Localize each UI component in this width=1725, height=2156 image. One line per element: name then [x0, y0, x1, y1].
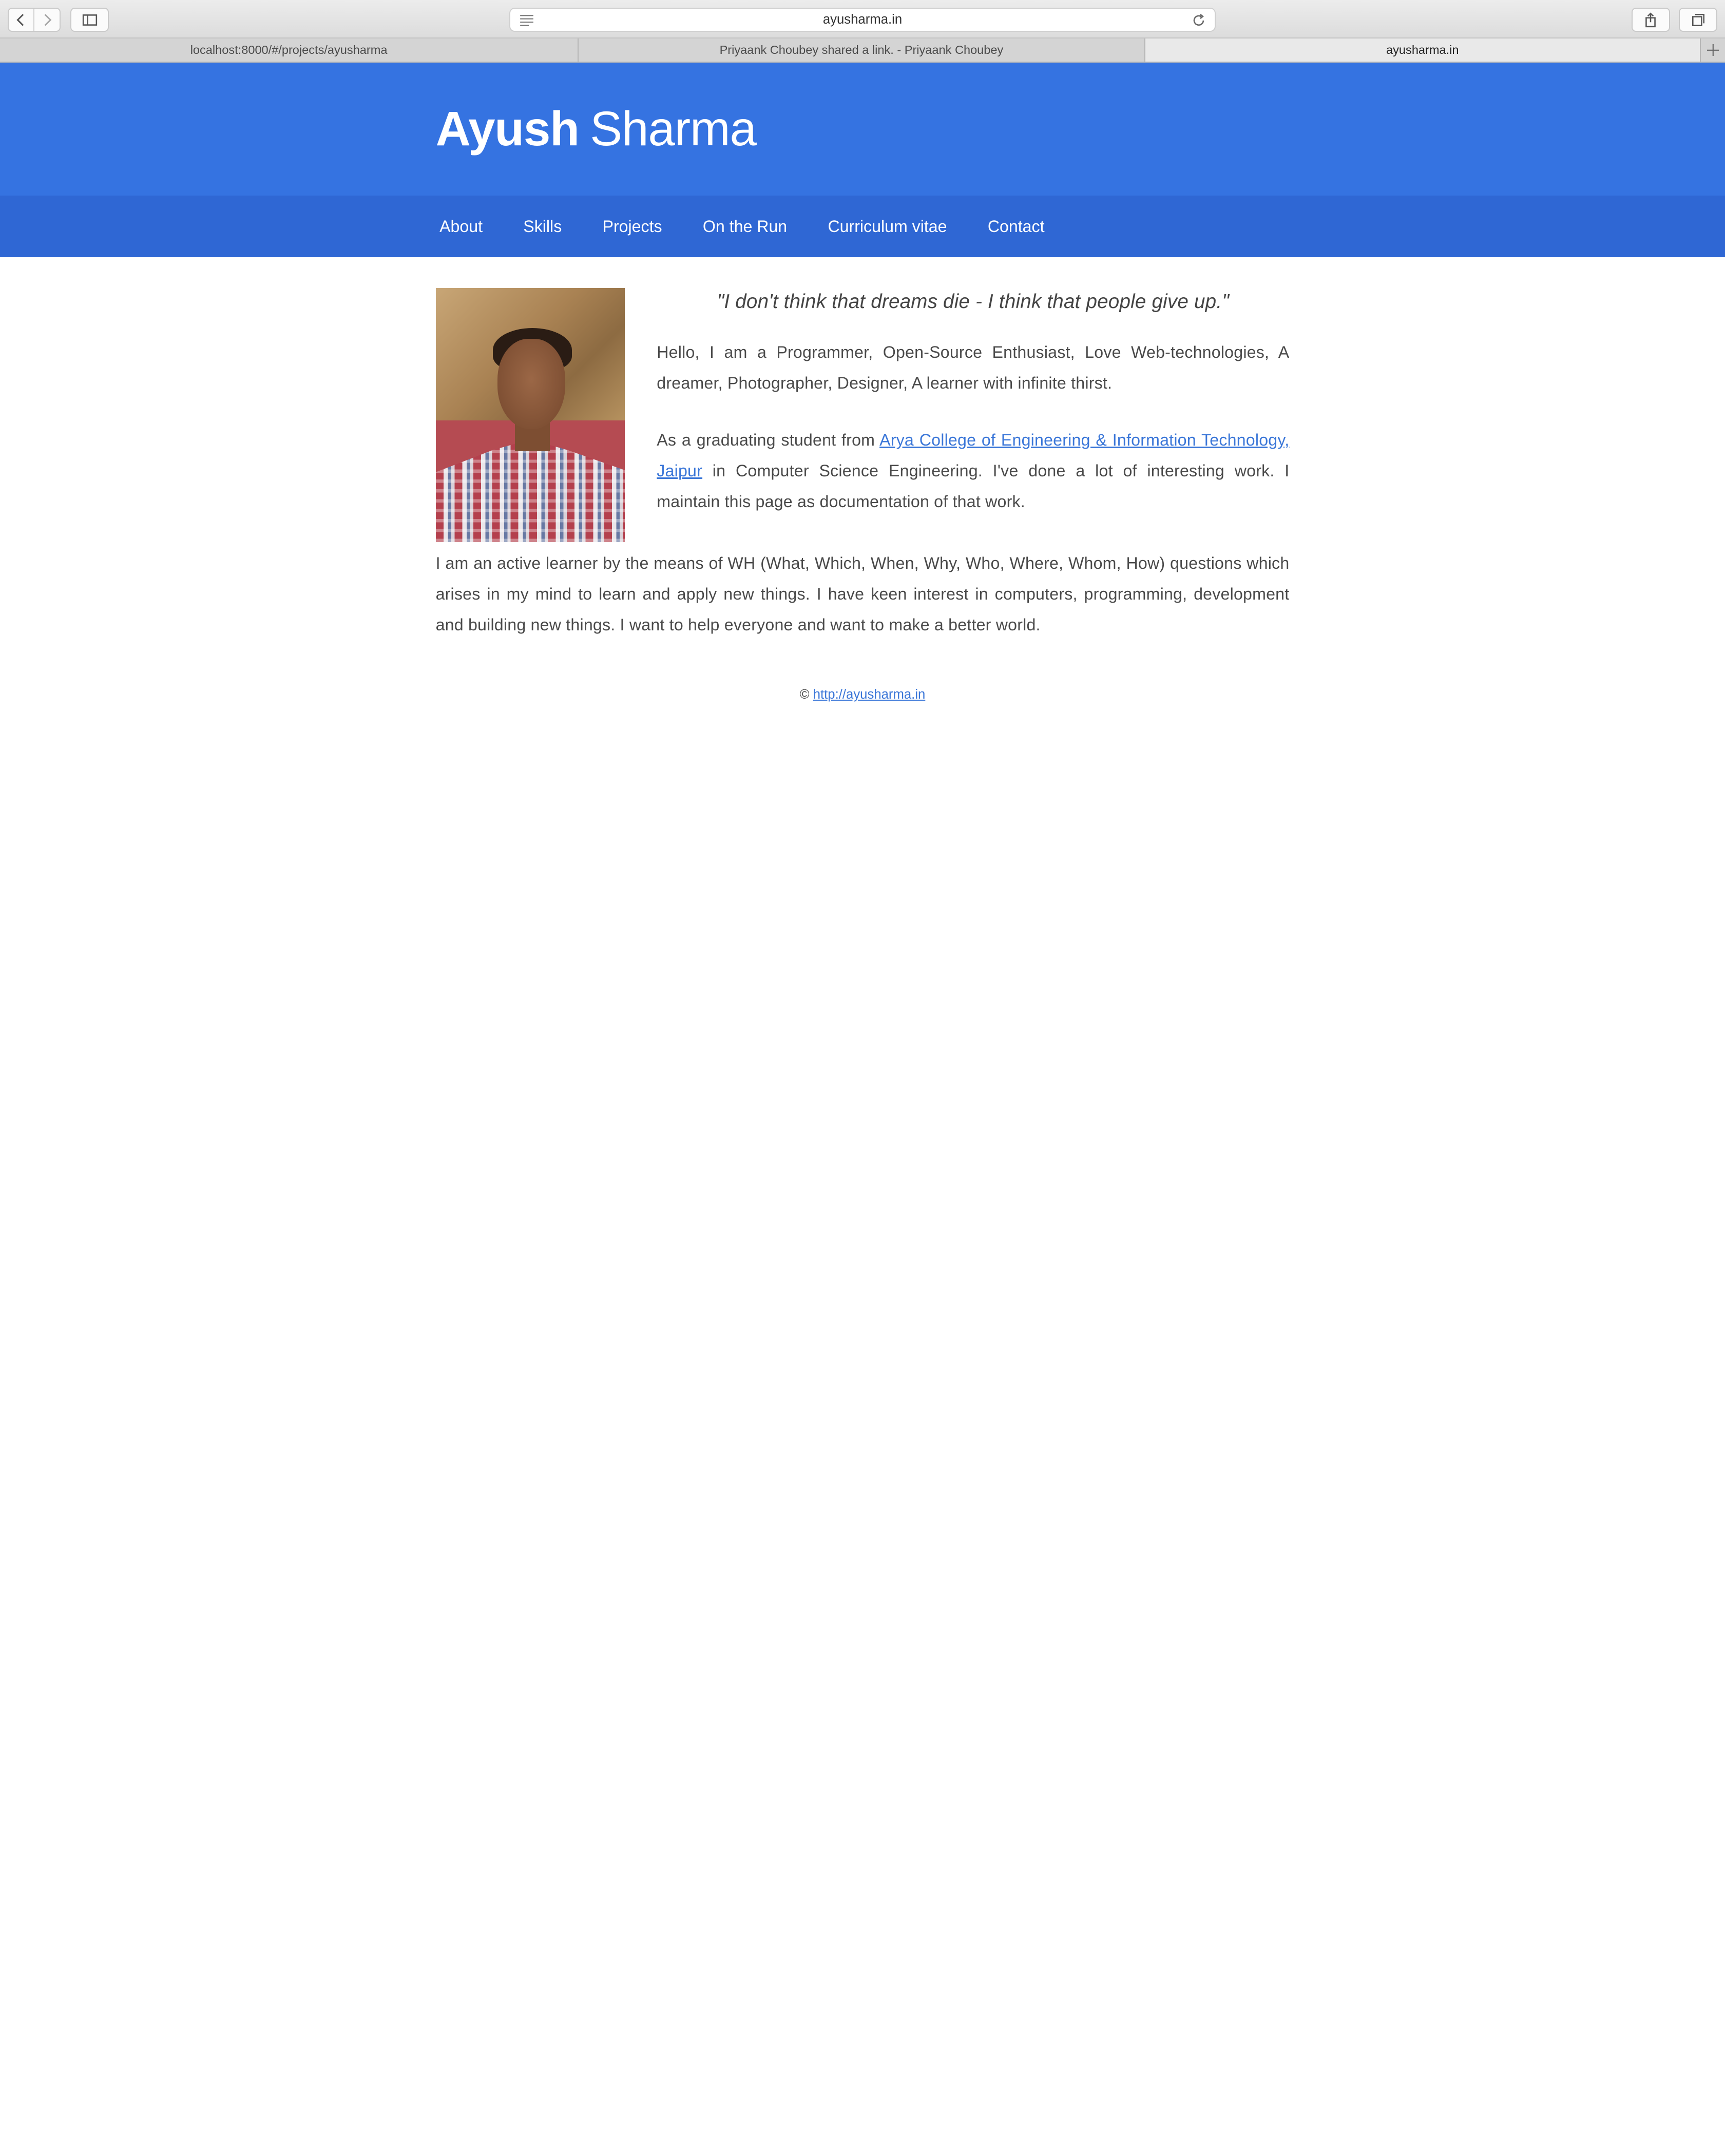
share-icon: [1645, 12, 1656, 27]
reader-view-icon[interactable]: [519, 13, 534, 27]
main-nav: About Skills Projects On the Run Curricu…: [0, 196, 1725, 258]
nav-contact[interactable]: Contact: [967, 196, 1065, 257]
chevron-left-icon: [16, 13, 24, 26]
tab-label: Priyaank Choubey shared a link. - Priyaa…: [719, 43, 1004, 56]
tab-ayusharma[interactable]: ayusharma.in: [1145, 38, 1701, 62]
education-text-before: As a graduating student from: [657, 431, 880, 450]
web-page: Ayush Sharma About Skills Projects On the…: [0, 63, 1725, 1078]
browser-toolbar: ayusharma.in: [0, 0, 1725, 38]
page-footer: © http://ayusharma.in: [436, 687, 1290, 702]
profile-photo: [435, 288, 625, 543]
reload-icon[interactable]: [1192, 13, 1206, 28]
quote-text: "I don't think that dreams die - I think…: [717, 290, 1230, 313]
learner-paragraph: I am an active learner by the means of W…: [435, 554, 1290, 634]
plus-icon: [1707, 44, 1719, 56]
tab-bar: localhost:8000/#/projects/ayusharma Priy…: [0, 38, 1725, 63]
site-title[interactable]: Ayush Sharma: [435, 101, 757, 156]
nav-about[interactable]: About: [419, 196, 503, 257]
chevron-right-icon: [44, 13, 52, 26]
sidebar-icon: [82, 14, 97, 26]
forward-button[interactable]: [33, 9, 59, 31]
site-header: Ayush Sharma: [0, 63, 1725, 196]
nav-projects[interactable]: Projects: [582, 196, 682, 257]
share-button[interactable]: [1631, 8, 1670, 32]
title-first-name: Ayush: [435, 101, 580, 156]
tab-label: localhost:8000/#/projects/ayusharma: [190, 43, 388, 56]
intro-paragraph: Hello, I am a Programmer, Open-Source En…: [657, 342, 1290, 392]
new-tab-button[interactable]: [1700, 38, 1725, 62]
nav-on-the-run[interactable]: On the Run: [682, 196, 808, 257]
education-text-after: in Computer Science Engineering. I've do…: [657, 461, 1290, 511]
sidebar-toggle-button[interactable]: [70, 8, 109, 32]
education-paragraph: As a graduating student from Arya Colleg…: [657, 425, 1289, 517]
url-text: ayusharma.in: [822, 12, 903, 27]
tab-overview-button[interactable]: [1679, 8, 1717, 32]
footer-link[interactable]: http://ayusharma.in: [813, 687, 926, 702]
title-last-name: Sharma: [590, 101, 757, 156]
nav-skills[interactable]: Skills: [503, 196, 582, 257]
address-bar[interactable]: ayusharma.in: [509, 8, 1216, 32]
tab-label: ayusharma.in: [1386, 43, 1459, 56]
tabs-icon: [1692, 13, 1704, 26]
copyright-symbol: ©: [799, 687, 810, 702]
tab-localhost[interactable]: localhost:8000/#/projects/ayusharma: [0, 38, 579, 62]
nav-curriculum-vitae[interactable]: Curriculum vitae: [808, 196, 967, 257]
history-nav: [8, 8, 61, 32]
back-button[interactable]: [9, 9, 33, 31]
tab-priyaank[interactable]: Priyaank Choubey shared a link. - Priyaa…: [579, 38, 1145, 62]
